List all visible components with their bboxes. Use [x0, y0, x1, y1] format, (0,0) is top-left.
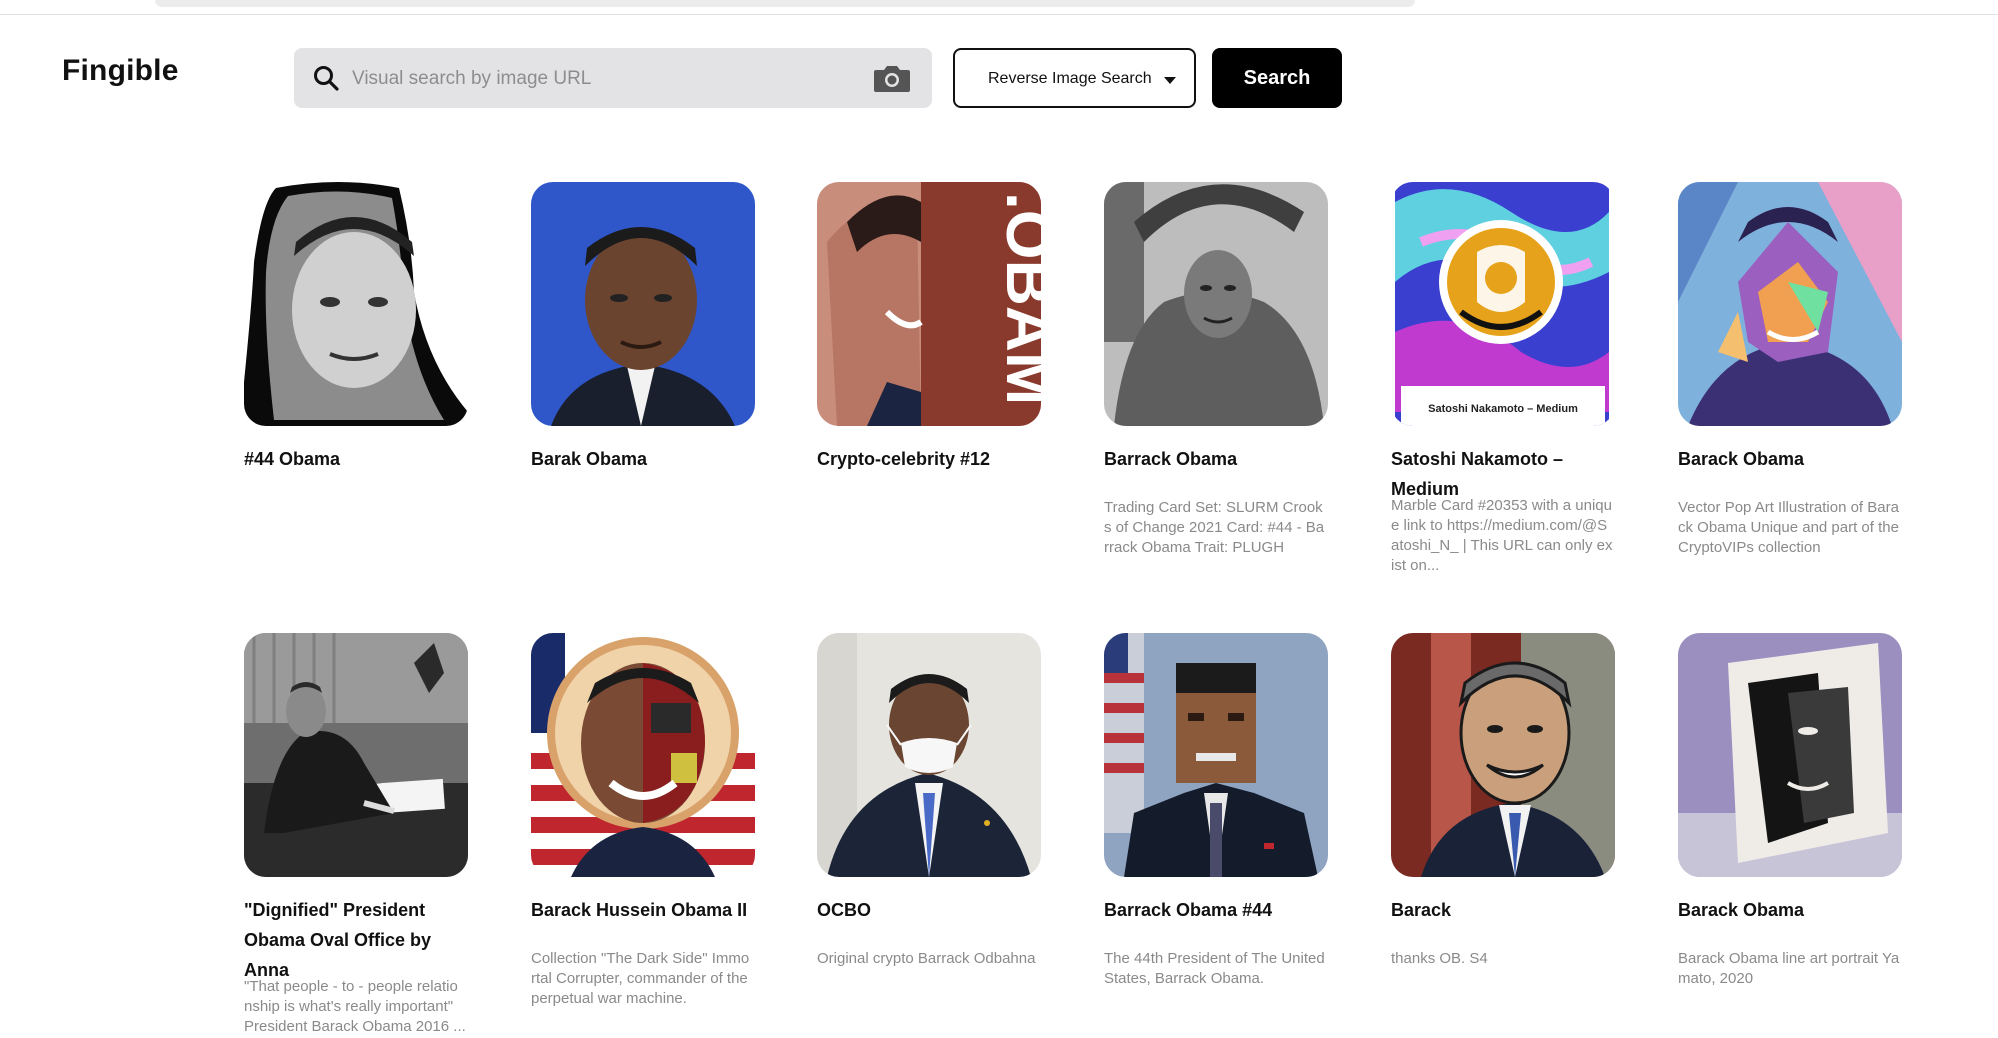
browser-top-strip [0, 0, 1998, 15]
overlay-text-obam: .OBAM [993, 192, 1041, 405]
result-title: Barrack Obama #44 [1104, 900, 1273, 920]
result-description: thanks OB. S4 [1391, 950, 1488, 967]
result-title: Barack [1391, 900, 1452, 920]
search-icon [314, 66, 339, 91]
result-title: #44 Obama [244, 449, 341, 469]
camera-icon[interactable] [872, 62, 912, 94]
result-description: Vector Pop Art Illustration of Barack Ob… [1678, 499, 1899, 556]
result-thumbnail[interactable] [1104, 633, 1328, 877]
chevron-down-icon [1164, 77, 1176, 84]
result-title: OCBO [817, 900, 871, 920]
result-thumbnail[interactable] [817, 633, 1041, 877]
result-title: Barack Hussein Obama II [531, 900, 748, 920]
result-thumbnail[interactable]: Satoshi Nakamoto – Medium [1391, 182, 1615, 426]
search-mode-dropdown[interactable]: Reverse Image Search [953, 48, 1196, 108]
result-thumbnail[interactable]: .OBAM [817, 182, 1041, 426]
search-box[interactable] [294, 48, 932, 108]
result-title: Barack Obama [1678, 900, 1805, 920]
search-input[interactable] [350, 58, 854, 100]
address-bar-edge [155, 0, 1415, 7]
result-description: Collection "The Dark Side" Immortal Corr… [531, 950, 750, 1007]
result-description: Barack Obama line art portrait Yamato, 2… [1678, 950, 1900, 987]
result-title: Crypto-celebrity #12 [817, 449, 991, 469]
search-mode-label: Reverse Image Search [988, 70, 1152, 87]
result-thumbnail[interactable] [1678, 633, 1902, 877]
logo[interactable]: Fingible [62, 54, 179, 88]
result-thumbnail[interactable] [1678, 182, 1902, 426]
result-thumbnail[interactable] [244, 182, 468, 426]
result-title: "Dignified" President Obama Oval Office … [244, 900, 432, 980]
search-button[interactable]: Search [1212, 48, 1342, 108]
result-thumbnail[interactable] [531, 633, 755, 877]
result-description: "That people - to - people relationship … [244, 978, 466, 1035]
result-description: Original crypto Barrack Odbahna [817, 950, 1036, 967]
result-title: Barrack Obama [1104, 449, 1238, 469]
overlay-text-satoshi: Satoshi Nakamoto – Medium [1428, 403, 1578, 415]
result-thumbnail[interactable] [1391, 633, 1615, 877]
result-description: Trading Card Set: SLURM Crooks of Change… [1104, 499, 1325, 556]
result-description: Marble Card #20353 with a unique link to… [1391, 497, 1613, 574]
result-title: Satoshi Nakamoto – Medium [1391, 449, 1564, 499]
result-title: Barack Obama [1678, 449, 1805, 469]
result-thumbnail[interactable] [1104, 182, 1328, 426]
result-thumbnail[interactable] [244, 633, 468, 877]
result-title: Barak Obama [531, 449, 648, 469]
result-thumbnail[interactable] [531, 182, 755, 426]
result-description: The 44th President of The United States,… [1104, 950, 1325, 987]
